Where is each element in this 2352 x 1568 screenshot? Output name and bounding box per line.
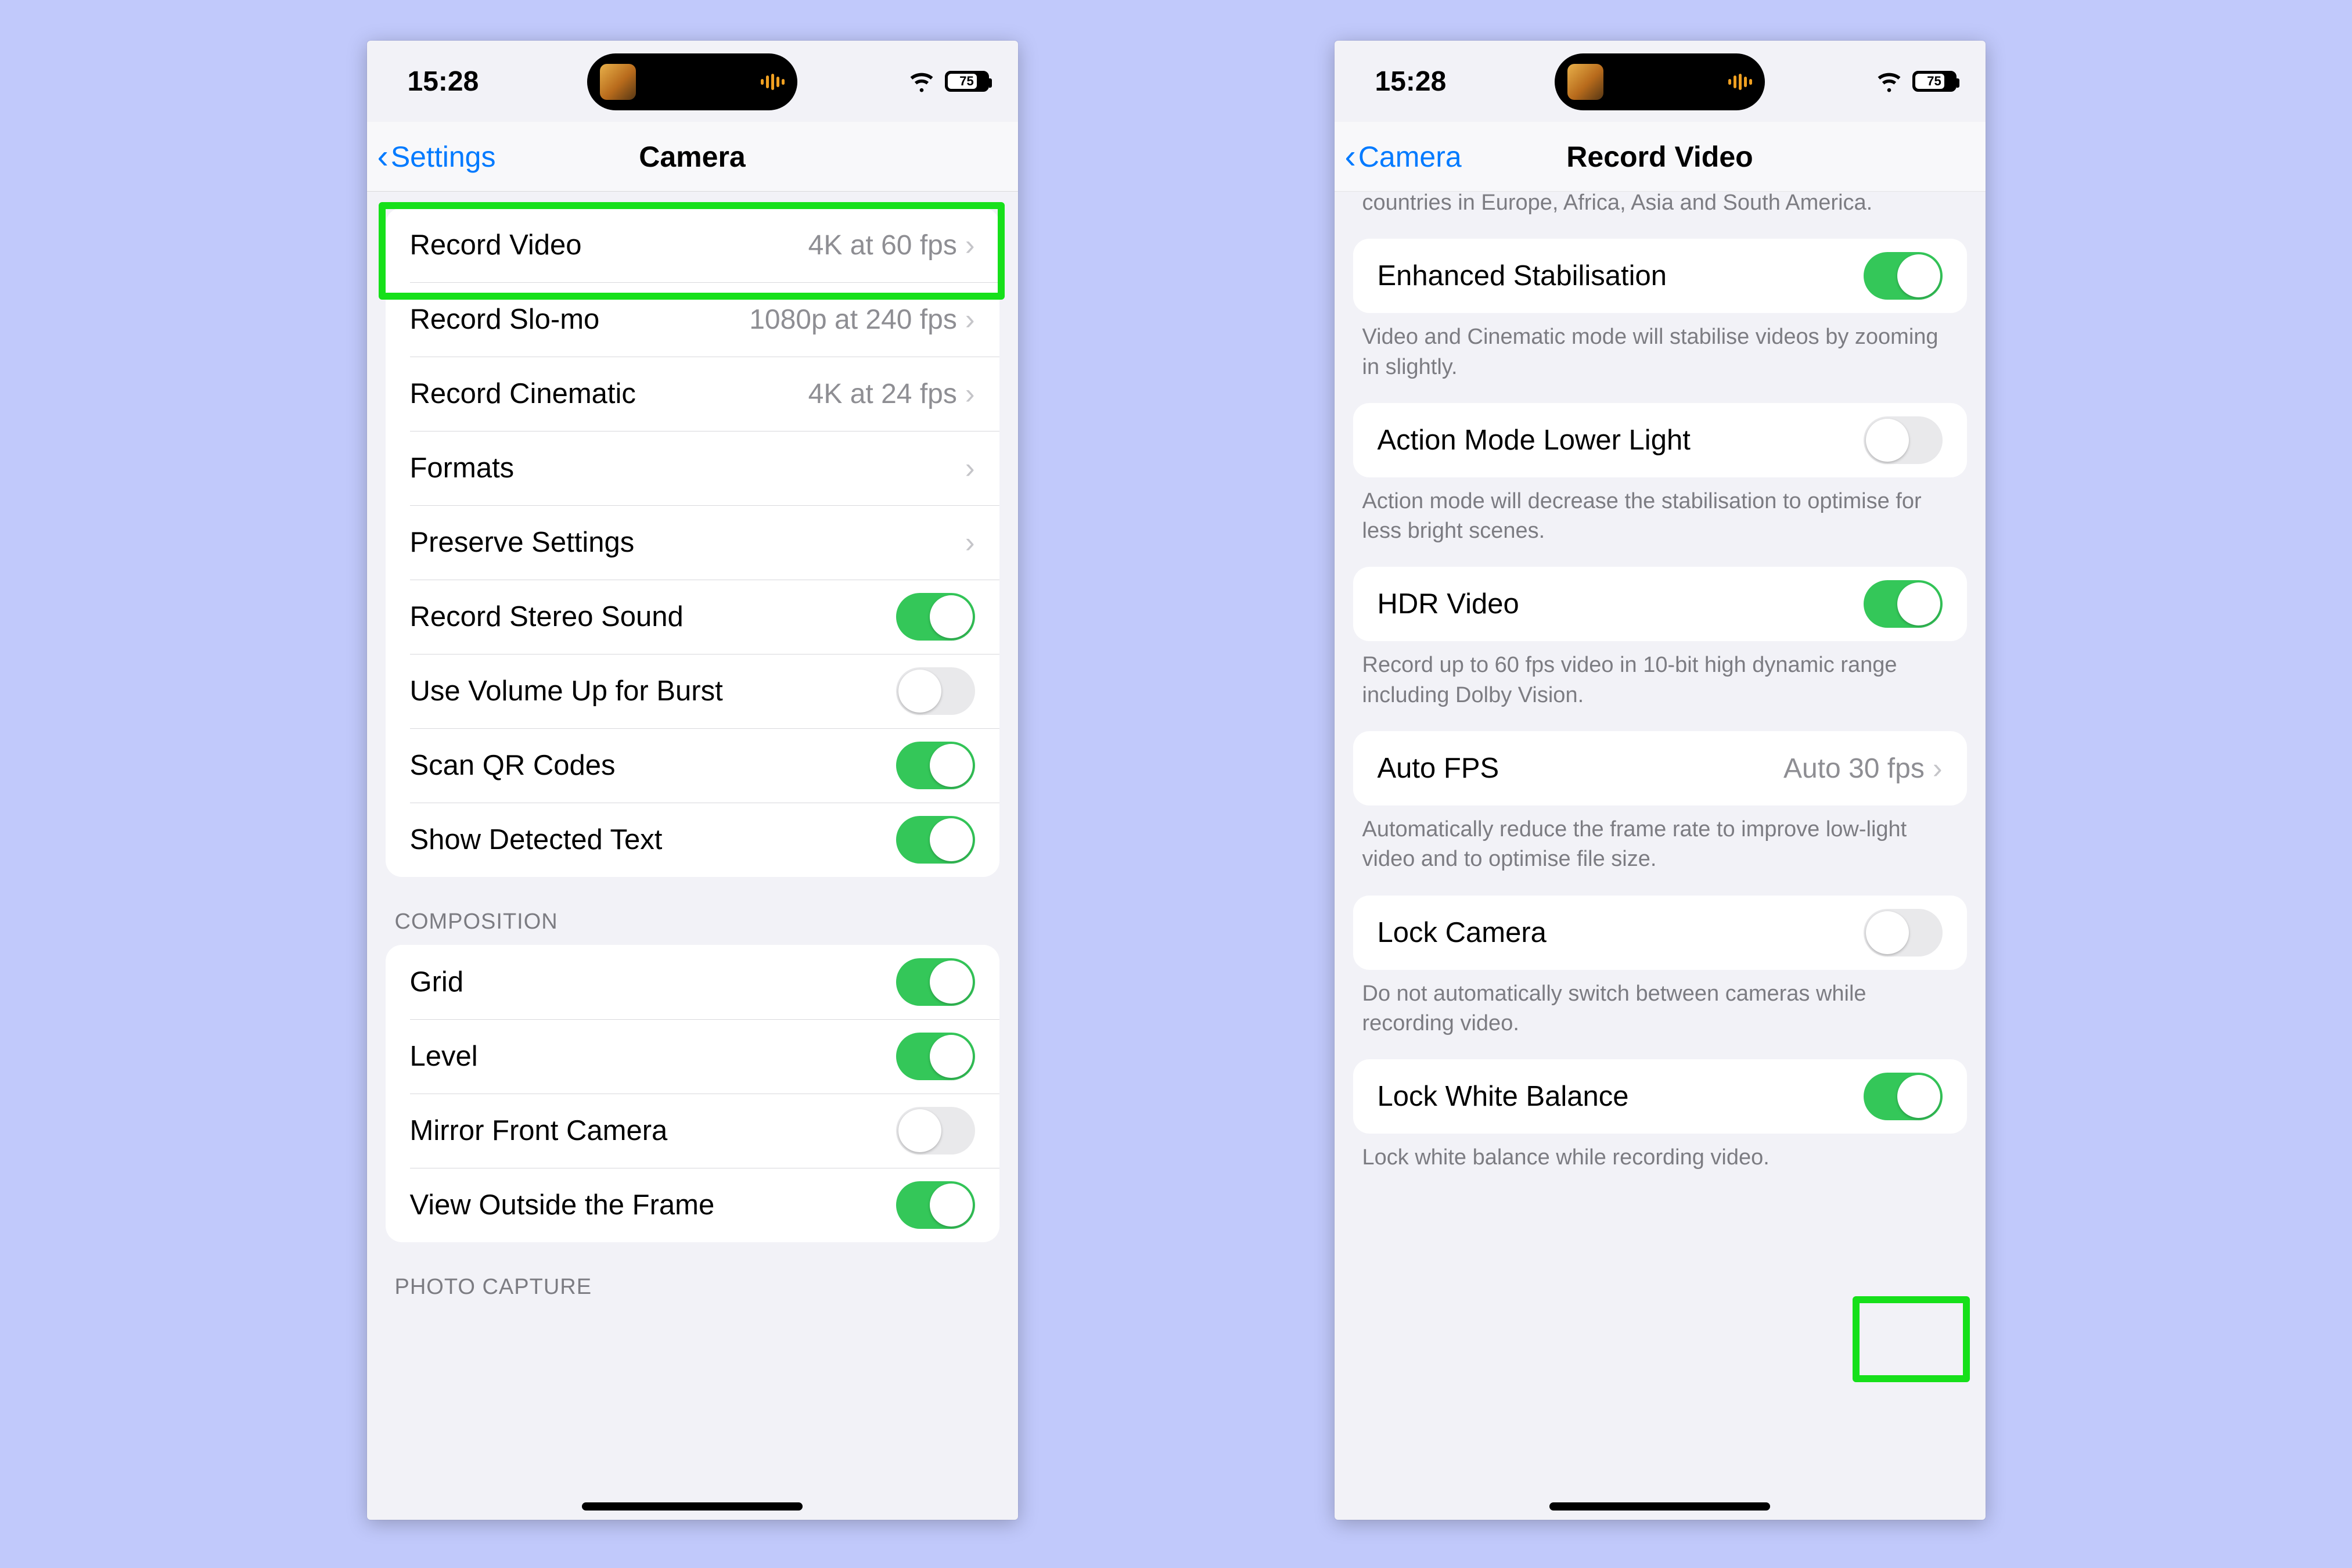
footer-lock-white-balance: Lock white balance while recording video… <box>1335 1134 1986 1193</box>
group-hdr-video: HDR Video <box>1353 567 1967 641</box>
toggle-hdr-video[interactable] <box>1864 580 1943 628</box>
row-show-detected-text: Show Detected Text <box>386 803 999 877</box>
battery-indicator: 75 <box>945 71 989 92</box>
status-bar: 15:28 75 <box>367 41 1018 122</box>
back-label: Settings <box>391 140 496 174</box>
footer-auto-fps: Automatically reduce the frame rate to i… <box>1335 805 1986 896</box>
status-bar: 15:28 75 <box>1335 41 1986 122</box>
row-lock-white-balance: Lock White Balance <box>1353 1059 1967 1134</box>
toggle-mirror-front-camera[interactable] <box>896 1107 975 1155</box>
toggle-level[interactable] <box>896 1033 975 1080</box>
group-lock-camera: Lock Camera <box>1353 896 1967 970</box>
toggle-scan-qr[interactable] <box>896 742 975 789</box>
row-enhanced-stabilisation: Enhanced Stabilisation <box>1353 239 1967 313</box>
page-title: Record Video <box>1566 140 1753 174</box>
row-level: Level <box>386 1019 999 1094</box>
row-view-outside-frame: View Outside the Frame <box>386 1168 999 1242</box>
toggle-grid[interactable] <box>896 958 975 1006</box>
row-record-cinematic[interactable]: Record Cinematic 4K at 24 fps › <box>386 357 999 431</box>
nav-bar: ‹ Camera Record Video <box>1335 122 1986 192</box>
toggle-lock-white-balance[interactable] <box>1864 1073 1943 1120</box>
footer-lock-camera: Do not automatically switch between came… <box>1335 970 1986 1060</box>
dynamic-island[interactable] <box>587 53 797 110</box>
footer-action-mode: Action mode will decrease the stabilisat… <box>1335 477 1986 567</box>
back-label: Camera <box>1358 140 1462 174</box>
footer-hdr-video: Record up to 60 fps video in 10-bit high… <box>1335 641 1986 731</box>
toggle-record-stereo-sound[interactable] <box>896 593 975 641</box>
battery-indicator: 75 <box>1912 71 1957 92</box>
back-button[interactable]: ‹ Camera <box>1345 137 1462 176</box>
chevron-left-icon: ‹ <box>377 137 389 176</box>
phone-record-video: 15:28 75 ‹ Camera Record Video <box>1335 41 1986 1520</box>
row-scan-qr: Scan QR Codes <box>386 728 999 803</box>
row-mirror-front-camera: Mirror Front Camera <box>386 1094 999 1168</box>
audio-wave-icon <box>761 74 785 90</box>
home-indicator[interactable] <box>1549 1502 1770 1511</box>
toggle-lock-camera[interactable] <box>1864 909 1943 956</box>
audio-wave-icon <box>1728 74 1752 90</box>
toggle-action-mode-lower-light[interactable] <box>1864 416 1943 464</box>
chevron-right-icon: › <box>965 228 975 262</box>
row-formats[interactable]: Formats › <box>386 431 999 505</box>
phone-camera-settings: 15:28 75 ‹ Settings Camera <box>367 41 1018 1520</box>
chevron-left-icon: ‹ <box>1345 137 1356 176</box>
chevron-right-icon: › <box>965 377 975 411</box>
toggle-view-outside-frame[interactable] <box>896 1181 975 1229</box>
wifi-icon <box>909 69 934 94</box>
row-record-stereo-sound: Record Stereo Sound <box>386 580 999 654</box>
row-action-mode-lower-light: Action Mode Lower Light <box>1353 403 1967 477</box>
group-lock-white-balance: Lock White Balance <box>1353 1059 1967 1134</box>
toggle-enhanced-stabilisation[interactable] <box>1864 252 1943 300</box>
section-header-photo-capture: PHOTO CAPTURE <box>367 1247 1018 1310</box>
group-composition: Grid Level Mirror Front Camera View Outs… <box>386 945 999 1242</box>
row-preserve-settings[interactable]: Preserve Settings › <box>386 505 999 580</box>
wifi-icon <box>1876 69 1902 94</box>
chevron-right-icon: › <box>965 526 975 559</box>
clipped-footer-text: countries in Europe, Africa, Asia and So… <box>1335 188 1986 239</box>
page-title: Camera <box>639 140 745 174</box>
now-playing-art <box>1567 64 1603 100</box>
chevron-right-icon: › <box>965 303 975 336</box>
row-auto-fps[interactable]: Auto FPS Auto 30 fps › <box>1353 731 1967 805</box>
group-auto-fps: Auto FPS Auto 30 fps › <box>1353 731 1967 805</box>
nav-bar: ‹ Settings Camera <box>367 122 1018 192</box>
home-indicator[interactable] <box>582 1502 803 1511</box>
footer-enhanced-stabilisation: Video and Cinematic mode will stabilise … <box>1335 313 1986 403</box>
now-playing-art <box>600 64 636 100</box>
toggle-volume-up-burst[interactable] <box>896 667 975 715</box>
toggle-show-detected-text[interactable] <box>896 816 975 864</box>
chevron-right-icon: › <box>965 451 975 485</box>
group-enhanced-stabilisation: Enhanced Stabilisation <box>1353 239 1967 313</box>
status-time: 15:28 <box>408 66 479 98</box>
chevron-right-icon: › <box>1933 751 1943 785</box>
dynamic-island[interactable] <box>1555 53 1765 110</box>
group-video-settings: Record Video 4K at 60 fps › Record Slo-m… <box>386 208 999 877</box>
highlight-lock-white-balance-toggle <box>1853 1296 1970 1382</box>
status-time: 15:28 <box>1375 66 1447 98</box>
row-record-slomo[interactable]: Record Slo-mo 1080p at 240 fps › <box>386 282 999 357</box>
row-volume-up-burst: Use Volume Up for Burst <box>386 654 999 728</box>
row-hdr-video: HDR Video <box>1353 567 1967 641</box>
section-header-composition: COMPOSITION <box>367 882 1018 945</box>
row-grid: Grid <box>386 945 999 1019</box>
row-lock-camera: Lock Camera <box>1353 896 1967 970</box>
row-record-video[interactable]: Record Video 4K at 60 fps › <box>386 208 999 282</box>
group-action-mode: Action Mode Lower Light <box>1353 403 1967 477</box>
back-button[interactable]: ‹ Settings <box>377 137 496 176</box>
